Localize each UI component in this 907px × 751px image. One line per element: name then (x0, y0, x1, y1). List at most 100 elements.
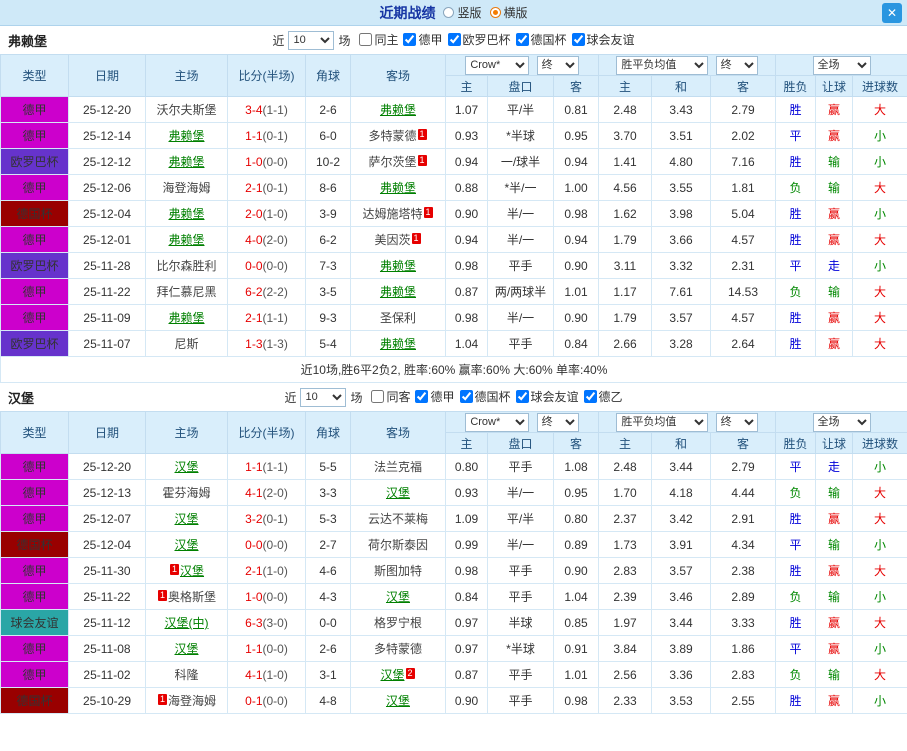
away-team-name[interactable]: 弗赖堡 (380, 337, 416, 351)
league-type-cell: 德甲 (0, 174, 69, 201)
layout-radio-vertical[interactable]: 竖版 (443, 4, 482, 21)
result-handicap: 赢 (815, 687, 854, 714)
mean-type-select[interactable]: 胜平负均值 (616, 412, 709, 432)
away-team-name[interactable]: 弗赖堡 (380, 285, 416, 299)
away-team-name[interactable]: 汉堡 (386, 694, 410, 708)
home-team-name[interactable]: 汉堡 (174, 538, 198, 552)
result-wdl: 平 (775, 453, 817, 480)
home-team-cell: 1 奥格斯堡 (145, 583, 228, 610)
filter-checkbox[interactable]: 德甲 (415, 388, 455, 405)
mean-away-value: 2.55 (709, 687, 777, 714)
odds-time-select[interactable]: 终 (536, 55, 579, 75)
home-team-name[interactable]: 弗赖堡 (168, 233, 204, 247)
filter-checkbox-input[interactable] (403, 33, 417, 46)
odds-away-value: 0.90 (553, 252, 599, 279)
result-handicap: 赢 (815, 505, 854, 532)
match-date: 25-12-04 (68, 531, 146, 558)
filter-checkbox[interactable]: 同主 (359, 31, 398, 48)
away-team-cell: 美因茨 1 (350, 226, 446, 253)
result-goals: 大 (852, 304, 907, 331)
mean-away-value: 4.57 (709, 304, 777, 331)
home-team-name[interactable]: 弗赖堡 (168, 311, 204, 325)
odds-time-select[interactable]: 终 (536, 412, 579, 432)
mean-home-value: 2.37 (598, 505, 652, 532)
away-team-name[interactable]: 弗赖堡 (380, 181, 416, 195)
away-team-name[interactable]: 汉堡 (386, 486, 410, 500)
filter-checkbox[interactable]: 欧罗巴杯 (447, 31, 511, 48)
home-team-name[interactable]: 汉堡 (174, 460, 198, 474)
league-type-cell: 欧罗巴杯 (0, 330, 69, 357)
home-team-cell: 霍芬海姆 (145, 479, 228, 506)
home-team-name: 海登海姆 (168, 694, 217, 708)
mean-home-value: 1.79 (598, 226, 652, 253)
filter-checkbox-input[interactable] (583, 390, 597, 403)
mean-type-select[interactable]: 胜平负均值 (616, 55, 709, 75)
scope-select[interactable]: 全场 (812, 412, 871, 432)
radio-vertical-icon[interactable] (443, 7, 455, 18)
mean-away-value: 7.16 (709, 148, 777, 175)
filter-checkbox[interactable]: 球会友谊 (515, 388, 579, 405)
home-team-name[interactable]: 弗赖堡 (168, 155, 204, 169)
away-team-name[interactable]: 弗赖堡 (380, 103, 416, 117)
filter-checkbox-input[interactable] (459, 390, 473, 403)
filter-checkbox[interactable]: 球会友谊 (571, 31, 635, 48)
home-team-name[interactable]: 弗赖堡 (168, 207, 204, 221)
home-team-name[interactable]: 汉堡 (174, 512, 198, 526)
filter-checkbox-input[interactable] (571, 33, 585, 46)
mean-dropdown-cell: 胜平负均值 终 (597, 54, 777, 76)
filter-checkbox-input[interactable] (415, 390, 429, 403)
away-team-cell: 弗赖堡 (350, 330, 446, 357)
odds-away-value: 1.04 (553, 583, 599, 610)
result-wdl: 负 (775, 583, 817, 610)
filter-checkbox-input[interactable] (371, 390, 385, 403)
recent-count-select[interactable]: 10 (288, 30, 335, 50)
filter-checkbox[interactable]: 德国杯 (515, 31, 567, 48)
filter-checkbox-input[interactable] (515, 33, 529, 46)
filter-checkbox-input[interactable] (447, 33, 461, 46)
section-header-hamburg: 汉堡 近 10 场 同客 德甲 德国杯 球会友谊 德乙 (0, 383, 907, 411)
odds-company-select[interactable]: Crow* (465, 55, 530, 75)
mean-away-value: 1.86 (709, 635, 777, 662)
corner-count: 6-2 (305, 226, 351, 253)
match-row: 德甲 25-12-13 霍芬海姆 4-1(2-0) 3-3 汉堡 0.93 半/一 0.95 1.… (0, 479, 907, 506)
home-team-name[interactable]: 弗赖堡 (168, 129, 204, 143)
corner-count: 3-3 (305, 479, 351, 506)
odds-handicap-value: 半/一 (487, 226, 554, 253)
odds-company-select[interactable]: Crow* (465, 412, 530, 432)
odds-away-value: 0.81 (553, 96, 599, 123)
radio-horizontal-icon[interactable] (489, 7, 501, 18)
home-team-name[interactable]: 汉堡(中) (165, 616, 209, 630)
filter-checkbox-input[interactable] (515, 390, 529, 403)
score-cell: 0-0(0-0) (227, 252, 306, 279)
odds-handicap-value: *半球 (487, 122, 554, 149)
away-team-name[interactable]: 汉堡 (380, 668, 404, 682)
score-cell: 0-0(0-0) (227, 531, 306, 558)
halftime-score: (1-0) (262, 563, 288, 578)
mean-time-select[interactable]: 终 (715, 412, 758, 432)
halftime-score: (1-1) (262, 459, 288, 474)
recent-count-select[interactable]: 10 (300, 387, 347, 407)
col-mean-away: 客 (709, 75, 777, 97)
filter-checkbox[interactable]: 德甲 (403, 31, 443, 48)
col-odds-home: 主 (445, 432, 488, 454)
match-date: 25-11-28 (68, 252, 146, 279)
filter-checkbox[interactable]: 德乙 (583, 388, 623, 405)
match-row: 德甲 25-11-30 1 汉堡 2-1(1-0) 4-6 斯图加特 0.98 平手 0.90 2.… (0, 557, 907, 584)
away-team-name[interactable]: 汉堡 (386, 590, 410, 604)
home-team-name[interactable]: 汉堡 (180, 564, 204, 578)
home-team-name[interactable]: 汉堡 (174, 642, 198, 656)
filter-checkbox[interactable]: 同客 (371, 388, 410, 405)
corner-count: 8-6 (305, 174, 351, 201)
mean-home-value: 3.70 (598, 122, 652, 149)
filter-checkbox-input[interactable] (359, 33, 373, 46)
mean-time-select[interactable]: 终 (715, 55, 758, 75)
filter-checkbox[interactable]: 德国杯 (459, 388, 511, 405)
col-home: 主场 (145, 54, 228, 97)
scope-select[interactable]: 全场 (812, 55, 871, 75)
close-button[interactable]: ✕ (882, 3, 902, 23)
result-handicap: 赢 (815, 330, 854, 357)
odds-handicap-value: 平手 (487, 252, 554, 279)
mean-away-value: 2.79 (709, 96, 777, 123)
away-team-name[interactable]: 弗赖堡 (380, 259, 416, 273)
layout-radio-horizontal[interactable]: 横版 (489, 4, 528, 21)
